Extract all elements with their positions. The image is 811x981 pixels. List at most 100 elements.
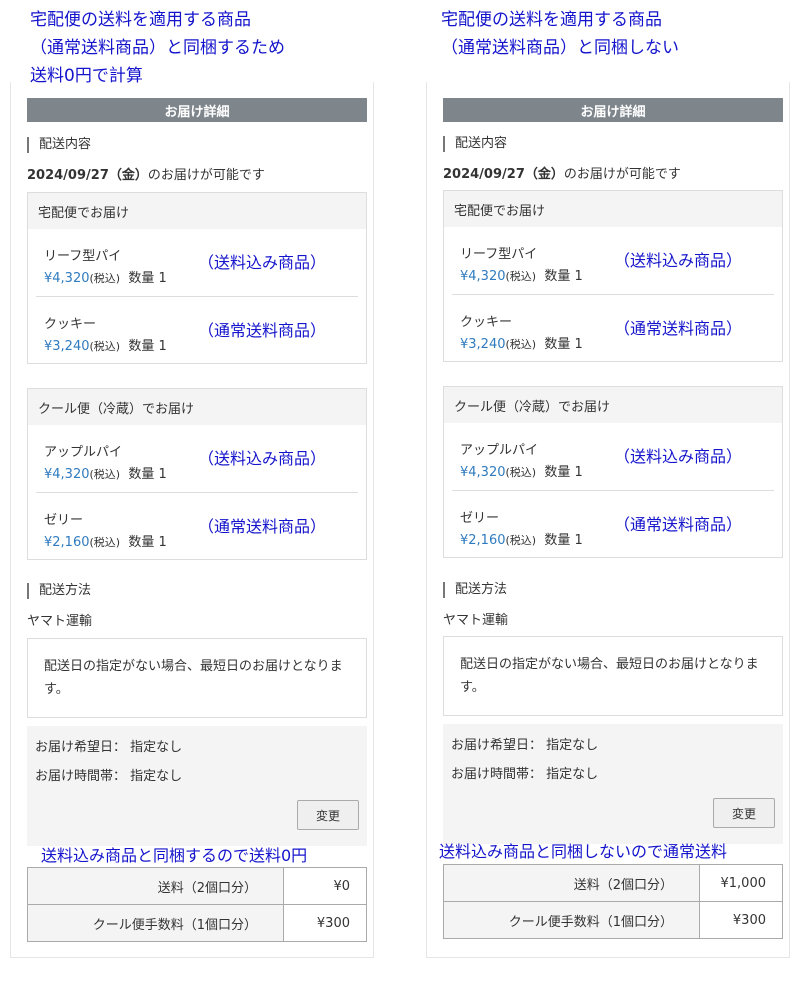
fee-label: クール便手数料（1個口分） bbox=[27, 904, 284, 942]
tax-label: (税込) bbox=[89, 340, 121, 353]
price-value: ¥2,160 bbox=[44, 535, 90, 550]
price-value: ¥3,240 bbox=[44, 339, 90, 354]
table-row: クール便手数料（1個口分） ¥300 bbox=[443, 901, 783, 939]
delivery-panel-right: お届け詳細 配送内容 2024/09/27（金）のお届けが可能です 宅配便でお届… bbox=[426, 82, 790, 958]
change-button[interactable]: 変更 bbox=[297, 800, 359, 830]
caption-right: 宅配便の送料を適用する商品 （通常送料商品）と同梱しない bbox=[441, 10, 679, 58]
delivery-date-line: 2024/09/27（金）のお届けが可能です bbox=[443, 163, 681, 182]
shipping-group-cool: クール便（冷蔵）でお届け アップルパイ ¥4,320(税込) 数量 1 （送料込… bbox=[443, 386, 783, 558]
item-annotation: （送料込み商品） bbox=[198, 253, 327, 272]
shipping-group-cool: クール便（冷蔵）でお届け アップルパイ ¥4,320(税込) 数量 1 （送料込… bbox=[27, 388, 367, 560]
carrier-name: ヤマト運輸 bbox=[443, 613, 509, 628]
group-title: 宅配便でお届け bbox=[444, 191, 782, 227]
item-price: ¥4,320(税込) 数量 1 bbox=[44, 463, 167, 482]
quantity: 数量 1 bbox=[544, 269, 583, 284]
delivery-preferences: お届け希望日： 指定なし お届け時間帯： 指定なし 変更 bbox=[443, 724, 783, 844]
change-button[interactable]: 変更 bbox=[713, 798, 775, 828]
item-name: クッキー bbox=[44, 317, 97, 332]
carrier-name: ヤマト運輸 bbox=[27, 614, 93, 629]
delivery-date: 2024/09/27（金） bbox=[27, 168, 148, 183]
list-item: クッキー ¥3,240(税込) 数量 1 （通常送料商品） bbox=[36, 296, 358, 363]
price-value: ¥4,320 bbox=[460, 269, 506, 284]
item-price: ¥4,320(税込) 数量 1 bbox=[460, 461, 583, 480]
quantity: 数量 1 bbox=[128, 271, 167, 286]
list-item: アップルパイ ¥4,320(税込) 数量 1 （送料込み商品） bbox=[36, 425, 358, 492]
item-annotation: （送料込み商品） bbox=[614, 447, 743, 466]
delivery-date-suffix: のお届けが可能です bbox=[563, 167, 681, 182]
item-name: アップルパイ bbox=[44, 445, 123, 460]
item-annotation: （通常送料商品） bbox=[614, 515, 743, 534]
section-title-method: 配送方法 bbox=[27, 583, 91, 599]
item-annotation: （送料込み商品） bbox=[614, 251, 743, 270]
tax-label: (税込) bbox=[505, 534, 537, 547]
delivery-panel-left: お届け詳細 配送内容 2024/09/27（金）のお届けが可能です 宅配便でお届… bbox=[10, 82, 374, 958]
delivery-preferences: お届け希望日： 指定なし お届け時間帯： 指定なし 変更 bbox=[27, 726, 367, 846]
caption-left: 宅配便の送料を適用する商品 （通常送料商品）と同梱するため 送料0円で計算 bbox=[30, 10, 285, 86]
list-item: アップルパイ ¥4,320(税込) 数量 1 （送料込み商品） bbox=[452, 423, 774, 490]
tax-label: (税込) bbox=[89, 536, 121, 549]
price-value: ¥3,240 bbox=[460, 337, 506, 352]
quantity: 数量 1 bbox=[128, 339, 167, 354]
shipping-note: 送料込み商品と同梱するので送料0円 bbox=[41, 846, 308, 865]
section-title-content: 配送内容 bbox=[443, 136, 507, 152]
item-name: クッキー bbox=[460, 315, 513, 330]
list-item: ゼリー ¥2,160(税込) 数量 1 （通常送料商品） bbox=[452, 490, 774, 557]
item-name: リーフ型パイ bbox=[44, 249, 122, 264]
item-price: ¥3,240(税込) 数量 1 bbox=[44, 335, 167, 354]
group-title: 宅配便でお届け bbox=[28, 193, 366, 229]
item-annotation: （通常送料商品） bbox=[614, 319, 743, 338]
item-price: ¥2,160(税込) 数量 1 bbox=[44, 531, 167, 550]
quantity: 数量 1 bbox=[544, 533, 583, 548]
item-price: ¥4,320(税込) 数量 1 bbox=[44, 267, 167, 286]
tax-label: (税込) bbox=[505, 270, 537, 283]
fee-table: 送料（2個口分） ¥0 クール便手数料（1個口分） ¥300 bbox=[27, 867, 367, 942]
fee-label: 送料（2個口分） bbox=[27, 867, 284, 905]
price-value: ¥4,320 bbox=[460, 465, 506, 480]
tax-label: (税込) bbox=[505, 338, 537, 351]
group-title: クール便（冷蔵）でお届け bbox=[28, 389, 366, 425]
list-item: リーフ型パイ ¥4,320(税込) 数量 1 （送料込み商品） bbox=[452, 227, 774, 294]
price-value: ¥4,320 bbox=[44, 467, 90, 482]
shipping-group-takuhaibin: 宅配便でお届け リーフ型パイ ¥4,320(税込) 数量 1 （送料込み商品） … bbox=[443, 190, 783, 362]
tax-label: (税込) bbox=[505, 466, 537, 479]
tax-label: (税込) bbox=[89, 468, 121, 481]
item-price: ¥4,320(税込) 数量 1 bbox=[460, 265, 583, 284]
price-value: ¥4,320 bbox=[44, 271, 90, 286]
fee-label: 送料（2個口分） bbox=[443, 864, 700, 902]
desired-date: お届け希望日： 指定なし bbox=[451, 738, 599, 753]
shipping-note: 送料込み商品と同梱しないので通常送料 bbox=[439, 842, 728, 861]
item-name: アップルパイ bbox=[460, 443, 539, 458]
item-annotation: （通常送料商品） bbox=[198, 321, 327, 340]
fee-value: ¥0 bbox=[283, 867, 367, 905]
fee-table: 送料（2個口分） ¥1,000 クール便手数料（1個口分） ¥300 bbox=[443, 864, 783, 939]
price-value: ¥2,160 bbox=[460, 533, 506, 548]
delivery-notice: 配送日の指定がない場合、最短日のお届けとなります。 bbox=[27, 638, 367, 718]
desired-time: お届け時間帯： 指定なし bbox=[35, 769, 183, 784]
table-row: 送料（2個口分） ¥1,000 bbox=[443, 864, 783, 902]
section-title-content: 配送内容 bbox=[27, 137, 91, 153]
fee-value: ¥1,000 bbox=[699, 864, 783, 902]
item-name: リーフ型パイ bbox=[460, 247, 538, 262]
fee-value: ¥300 bbox=[283, 904, 367, 942]
quantity: 数量 1 bbox=[128, 467, 167, 482]
delivery-details-header: お届け詳細 bbox=[27, 98, 367, 122]
item-price: ¥2,160(税込) 数量 1 bbox=[460, 529, 583, 548]
quantity: 数量 1 bbox=[544, 337, 583, 352]
delivery-date-suffix: のお届けが可能です bbox=[147, 168, 265, 183]
item-price: ¥3,240(税込) 数量 1 bbox=[460, 333, 583, 352]
delivery-date-line: 2024/09/27（金）のお届けが可能です bbox=[27, 164, 265, 183]
item-name: ゼリー bbox=[460, 511, 500, 526]
quantity: 数量 1 bbox=[128, 535, 167, 550]
list-item: ゼリー ¥2,160(税込) 数量 1 （通常送料商品） bbox=[36, 492, 358, 559]
quantity: 数量 1 bbox=[544, 465, 583, 480]
group-title: クール便（冷蔵）でお届け bbox=[444, 387, 782, 423]
desired-date: お届け希望日： 指定なし bbox=[35, 740, 183, 755]
table-row: クール便手数料（1個口分） ¥300 bbox=[27, 904, 367, 942]
section-title-method: 配送方法 bbox=[443, 582, 507, 598]
delivery-details-header: お届け詳細 bbox=[443, 98, 783, 122]
item-annotation: （送料込み商品） bbox=[198, 449, 327, 468]
fee-label: クール便手数料（1個口分） bbox=[443, 901, 700, 939]
table-row: 送料（2個口分） ¥0 bbox=[27, 867, 367, 905]
item-name: ゼリー bbox=[44, 513, 84, 528]
desired-time: お届け時間帯： 指定なし bbox=[451, 767, 599, 782]
